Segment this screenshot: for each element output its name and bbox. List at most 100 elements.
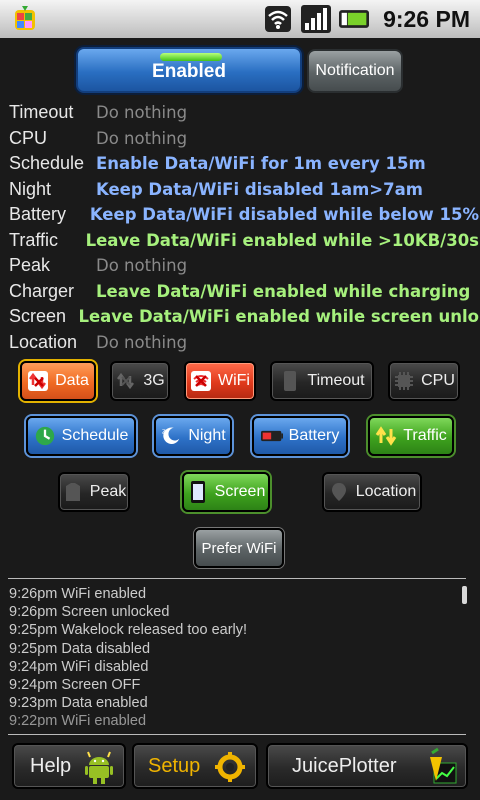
- data-label: Data: [55, 372, 89, 389]
- rule-value: Do nothing: [96, 256, 188, 276]
- location-toggle-button[interactable]: Location: [322, 472, 422, 512]
- log-entry: 9:24pm WiFi disabled: [9, 658, 149, 675]
- wifi-label: WiFi: [218, 372, 250, 389]
- screen-label: Screen: [214, 483, 266, 500]
- rule-label: Battery: [9, 204, 67, 225]
- log-scrollbar[interactable]: [462, 586, 467, 604]
- signal-icon: [301, 4, 332, 34]
- enabled-toggle-button[interactable]: Enabled: [76, 47, 302, 93]
- rule-value: Keep Data/WiFi disabled while below 15%: [89, 205, 479, 225]
- rule-label: Location: [9, 331, 78, 352]
- svg-text:z: z: [162, 426, 166, 435]
- status-clock: 9:26 PM: [383, 5, 470, 32]
- rule-night: Night Keep Data/WiFi disabled 1am>7am: [9, 177, 479, 203]
- rule-peak: Peak Do nothing: [9, 253, 479, 279]
- juiceplotter-chart-icon: [420, 747, 460, 793]
- log-entry: 9:26pm WiFi enabled: [9, 586, 147, 602]
- rule-screen: Screen Leave Data/WiFi enabled while scre…: [9, 304, 479, 330]
- location-label: Location: [355, 483, 417, 500]
- phone-icon: [279, 370, 301, 392]
- enabled-label: Enabled: [152, 61, 226, 82]
- juicedefender-app-icon: [15, 6, 35, 30]
- rule-value: Leave Data/WiFi enabled while charging: [96, 281, 471, 301]
- rule-label: Charger: [9, 280, 75, 301]
- rule-value: Do nothing: [96, 128, 188, 148]
- android-robot-icon: [84, 749, 114, 791]
- rule-value: Leave Data/WiFi enabled while screen unl…: [78, 307, 479, 327]
- rule-timeout: Timeout Do nothing: [9, 100, 479, 126]
- rule-label: Peak: [9, 255, 51, 276]
- battery-icon: [339, 4, 370, 34]
- rule-label: Traffic: [9, 229, 59, 250]
- rule-schedule: Schedule Enable Data/WiFi for 1m every 15…: [9, 151, 479, 177]
- rule-label: Screen: [9, 306, 67, 327]
- traffic-arrows-icon: [375, 425, 397, 447]
- log-entry: 9:25pm Wakelock released too early!: [9, 622, 248, 639]
- setup-button[interactable]: Setup: [132, 743, 258, 789]
- rule-battery: Battery Keep Data/WiFi disabled while bel…: [9, 202, 479, 228]
- cpu-chip-icon: [393, 370, 415, 392]
- traffic-toggle-button[interactable]: Traffic: [368, 416, 454, 456]
- event-log[interactable]: 9:26pm WiFi enabled 9:26pm Screen unlock…: [9, 585, 449, 727]
- wifi-icon: [263, 4, 293, 34]
- rule-charger: Charger Leave Data/WiFi enabled while cha…: [9, 279, 479, 305]
- moon-icon: z: [160, 425, 182, 447]
- notification-button[interactable]: Notification: [307, 49, 403, 93]
- wifi-icon: [190, 370, 212, 392]
- log-bottom-divider: [8, 734, 466, 735]
- rule-label: CPU: [9, 127, 48, 148]
- log-entry: 9:22pm WiFi enabled: [9, 713, 147, 727]
- rule-label: Timeout: [9, 102, 74, 123]
- rule-label: Night: [9, 178, 52, 199]
- wifi-toggle-button[interactable]: WiFi: [184, 361, 256, 401]
- log-entry: 9:23pm Data enabled: [9, 695, 148, 712]
- juiceplotter-label: JuicePlotter: [292, 754, 397, 777]
- gear-icon: [214, 751, 246, 789]
- log-entry: 9:24pm Screen OFF: [9, 676, 141, 693]
- schedule-toggle-button[interactable]: Schedule: [26, 416, 136, 456]
- peak-label: Peak: [89, 483, 127, 500]
- notification-label: Notification: [315, 62, 395, 79]
- screen-toggle-button[interactable]: Screen: [182, 472, 270, 512]
- rule-value: Keep Data/WiFi disabled 1am>7am: [96, 179, 423, 199]
- data-toggle-button[interactable]: Data: [20, 361, 96, 401]
- rule-location: Location Do nothing: [9, 330, 479, 356]
- rule-value: Do nothing: [96, 332, 188, 352]
- 3g-arrows-icon: [115, 370, 137, 392]
- data-arrows-icon: [27, 370, 49, 392]
- timeout-toggle-button[interactable]: Timeout: [270, 361, 374, 401]
- cpu-label: CPU: [421, 372, 455, 389]
- night-toggle-button[interactable]: z Night: [154, 416, 232, 456]
- peak-shirt-icon: [62, 481, 84, 503]
- log-top-divider: [8, 578, 466, 579]
- rule-label: Schedule: [9, 153, 85, 174]
- rules-list: Timeout Do nothing CPU Do nothing Schedule…: [9, 100, 479, 355]
- juiceplotter-button[interactable]: JuicePlotter: [266, 743, 468, 789]
- help-label: Help: [30, 754, 72, 777]
- peak-toggle-button[interactable]: Peak: [58, 472, 130, 512]
- rule-value: Leave Data/WiFi enabled while >10KB/30s: [85, 230, 479, 250]
- help-button[interactable]: Help: [12, 743, 126, 789]
- night-label: Night: [188, 427, 226, 444]
- prefer-wifi-button[interactable]: Prefer WiFi: [194, 528, 284, 568]
- setup-label: Setup: [148, 754, 201, 777]
- rule-value: Do nothing: [96, 103, 188, 123]
- traffic-label: Traffic: [403, 427, 447, 444]
- timeout-label: Timeout: [307, 372, 365, 389]
- rule-traffic: Traffic Leave Data/WiFi enabled while >10…: [9, 228, 479, 254]
- 3g-toggle-button[interactable]: 3G: [110, 361, 170, 401]
- log-entry: 9:26pm Screen unlocked: [9, 604, 170, 621]
- schedule-label: Schedule: [61, 427, 129, 444]
- battery-label: Battery: [288, 427, 340, 444]
- prefer-wifi-label: Prefer WiFi: [201, 539, 277, 557]
- log-entry: 9:25pm Data disabled: [9, 640, 151, 657]
- enabled-indicator-led: [160, 53, 222, 61]
- status-bar: 9:26 PM: [0, 0, 480, 38]
- cpu-toggle-button[interactable]: CPU: [388, 361, 460, 401]
- rule-value: Enable Data/WiFi for 1m every 15m: [96, 154, 426, 174]
- schedule-clock-icon: [34, 425, 56, 447]
- battery-toggle-button[interactable]: Battery: [252, 416, 348, 456]
- location-pin-icon: [328, 481, 350, 503]
- screen-phone-icon: [187, 481, 209, 503]
- battery-icon: [260, 425, 283, 447]
